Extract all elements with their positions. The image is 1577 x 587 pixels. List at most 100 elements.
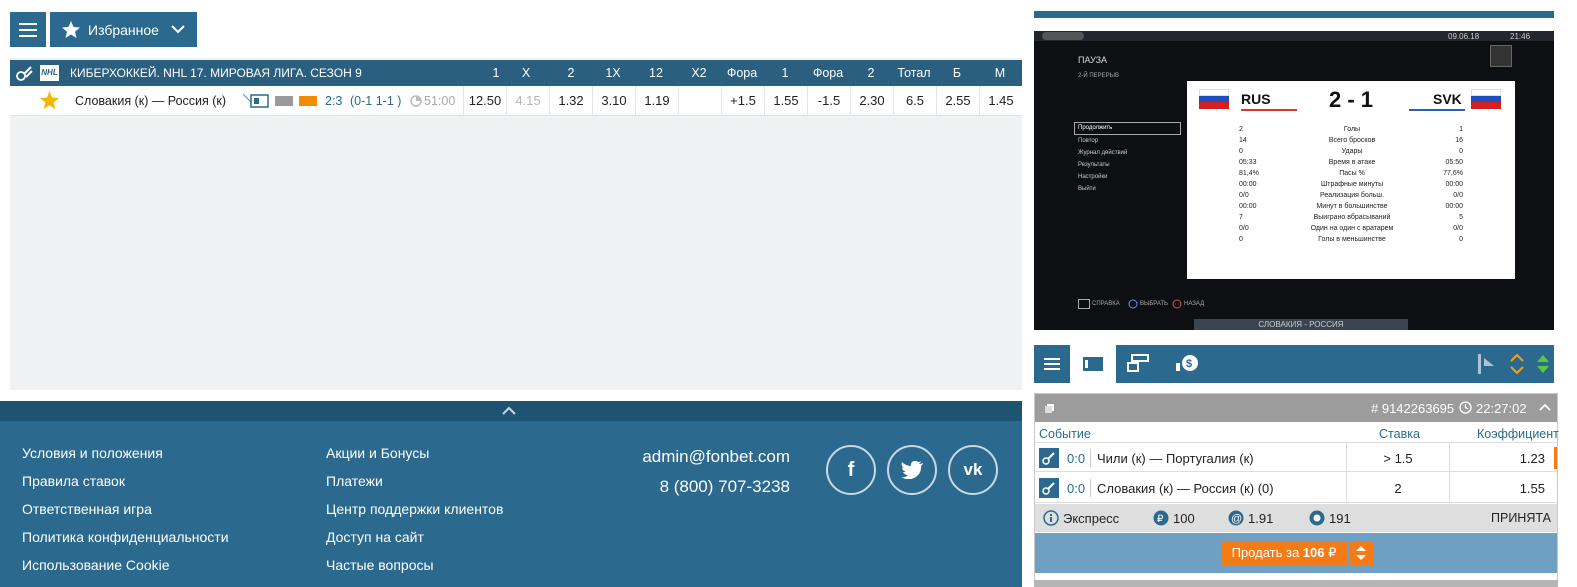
col-header: X2 (691, 66, 707, 80)
odd-cell[interactable] (678, 86, 721, 116)
info-icon[interactable] (1043, 510, 1059, 526)
tab-bets[interactable] (1126, 353, 1150, 376)
footer-link[interactable]: Правила ставок (22, 473, 125, 489)
at-coef-icon: @ (1228, 510, 1244, 526)
favorite-star-icon[interactable] (40, 91, 59, 109)
event-row[interactable]: Словакия (к) — Россия (к) 2:3 (0-1 1-1 )… (10, 86, 1022, 116)
stat-value: 0 (1239, 148, 1243, 155)
sort-icon[interactable] (1476, 354, 1494, 374)
stat-label: Всего бросков (1328, 137, 1376, 144)
hockey-icon (16, 66, 33, 81)
footer-link[interactable]: Ответственная игра (22, 501, 152, 517)
odd-cell[interactable]: 6.5 (893, 86, 936, 116)
footer-email[interactable]: admin@fonbet.com (600, 447, 790, 467)
odd-cell[interactable]: 2.30 (850, 86, 893, 116)
odd-cell[interactable]: 3.10 (592, 86, 635, 116)
bet-status: ПРИНЯТА (1491, 511, 1551, 525)
video-player[interactable]: 09.06.18 21:46 ПАУЗА 2-Й ПЕРЕРЫВ Продолж… (1034, 31, 1554, 330)
stat-label: Голы в меньшинстве (1318, 236, 1386, 243)
footer-link[interactable]: Частые вопросы (326, 557, 434, 573)
money-tab-icon: $ (1176, 355, 1198, 371)
menu-item[interactable]: Журнал действий (1078, 150, 1127, 156)
event-name[interactable]: Словакия (к) — Россия (к) (75, 94, 226, 108)
sort-orange-icon[interactable] (1510, 353, 1524, 375)
copy-icon[interactable] (1045, 404, 1054, 413)
favorites-dropdown[interactable]: Избранное (50, 12, 197, 47)
change-marker (1554, 447, 1557, 469)
coupon-time: 22:27:02 (1476, 401, 1527, 416)
stat-value: 1 (1459, 126, 1463, 133)
stat-label: Один на один с вратарем (1310, 225, 1394, 232)
stat-label: Реализация больш. (1320, 192, 1384, 199)
stat-value: 16 (1455, 137, 1463, 144)
footer-collapse-bar[interactable] (0, 401, 1022, 421)
flag-russia-icon (1199, 89, 1229, 109)
stat-value: 0 (1459, 236, 1463, 243)
team2-abbr: SVK (1433, 91, 1462, 107)
footer-link[interactable]: Доступ на сайт (326, 529, 424, 545)
menu-item[interactable]: Повтор (1078, 138, 1098, 144)
coupon-summary: Экспресс ₽ 100 @ 1.91 191 ПРИНЯТА (1035, 504, 1557, 532)
odd-cell[interactable]: +1.5 (721, 86, 764, 116)
coupon-row[interactable]: 0:0 Чили (к) — Португалия (к) > 1.5 1.23 (1035, 442, 1557, 473)
chevron-down-icon (171, 25, 185, 34)
odd-cell[interactable]: 4.15 (506, 86, 549, 116)
league-header: NHL КИБЕРХОККЕЙ. NHL 17. МИРОВАЯ ЛИГА. С… (10, 60, 1022, 86)
coupon-row-coef: 1.55 (1519, 481, 1545, 496)
sort-green-icon[interactable] (1536, 353, 1550, 375)
tab-money[interactable]: $ (1174, 353, 1200, 376)
odd-cell[interactable]: 2.55 (936, 86, 979, 116)
chevron-up-icon[interactable] (1539, 403, 1551, 411)
footer-link[interactable]: Платежи (326, 473, 383, 489)
right-toolbar: $ (1034, 345, 1554, 383)
footer-link[interactable]: Использование Cookie (22, 557, 170, 573)
league-title: КИБЕРХОККЕЙ. NHL 17. МИРОВАЯ ЛИГА. СЕЗОН… (70, 66, 362, 80)
sell-options-button[interactable] (1349, 541, 1373, 565)
twitter-icon[interactable] (887, 445, 937, 495)
stat-label: Штрафные минуты (1320, 181, 1384, 188)
hamburger-icon (1044, 358, 1060, 370)
odd-cell[interactable]: 1.32 (549, 86, 592, 116)
sell-prefix: Продать за (1231, 545, 1300, 560)
col-header: 1X (605, 66, 621, 80)
event-time: 51:00 (424, 94, 456, 108)
footer-phone[interactable]: 8 (800) 707-3238 (600, 477, 790, 497)
footer-link[interactable]: Условия и положения (22, 445, 163, 461)
sell-currency: ₽ (1328, 545, 1337, 560)
svg-text:₽: ₽ (1157, 514, 1164, 525)
stat-value: 05:50 (1445, 159, 1463, 166)
footer-link[interactable]: Акции и Бонусы (326, 445, 429, 461)
menu-button[interactable] (10, 12, 46, 47)
chevron-up-icon[interactable] (502, 406, 516, 415)
coupon-row[interactable]: 0:0 Словакия (к) — Россия (к) (0) 2 1.55 (1035, 473, 1557, 503)
sell-bar: Продать за 106 ₽ (1035, 533, 1557, 573)
svg-text:$: $ (1186, 358, 1192, 370)
menu-item[interactable]: Выйти (1078, 186, 1096, 192)
col-header: 2 (567, 66, 575, 80)
sell-button[interactable]: Продать за 106 ₽ (1221, 541, 1347, 565)
menu-item[interactable]: Продолжить (1078, 125, 1112, 131)
vk-icon[interactable]: vk (948, 445, 998, 495)
odd-cell[interactable]: 1.55 (764, 86, 807, 116)
menu-item[interactable]: Результаты (1078, 162, 1110, 168)
tab-video[interactable] (1070, 345, 1116, 383)
cross-button-icon (1128, 299, 1138, 309)
odd-cell[interactable]: 12.50 (463, 86, 506, 116)
stat-label: Минут в большинстве (1316, 203, 1388, 210)
menu-item[interactable]: Настройки (1078, 174, 1107, 180)
video-date: 09.06.18 (1448, 32, 1480, 41)
odd-cell[interactable]: 1.19 (635, 86, 678, 116)
footer: Условия и положения Правила ставок Ответ… (0, 401, 1022, 587)
stat-value: 14 (1239, 137, 1247, 144)
clock-icon (1459, 401, 1472, 414)
col-header: 1 (781, 66, 789, 80)
col-header: Фора (812, 66, 844, 80)
odd-cell[interactable]: 1.45 (979, 86, 1022, 116)
footer-link[interactable]: Центр поддержки клиентов (326, 501, 503, 517)
right-menu-button[interactable] (1034, 345, 1070, 383)
nhl-emblem-icon (1490, 45, 1512, 67)
top-bar: Избранное (0, 0, 1022, 58)
facebook-icon[interactable]: f (826, 445, 876, 495)
footer-link[interactable]: Политика конфиденциальности (22, 529, 229, 545)
odd-cell[interactable]: -1.5 (807, 86, 850, 116)
